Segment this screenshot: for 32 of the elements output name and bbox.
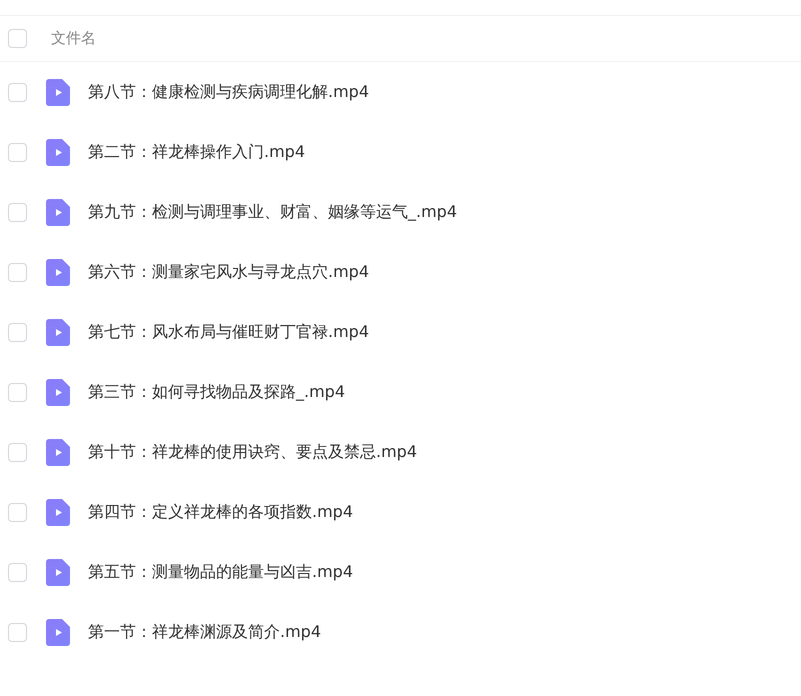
file-name[interactable]: 第十节：祥龙棒的使用诀窍、要点及禁忌.mp4 [88, 440, 418, 464]
video-file-icon [46, 558, 70, 586]
video-file-icon [46, 378, 70, 406]
checkbox[interactable] [8, 29, 27, 48]
file-name[interactable]: 第七节：风水布局与催旺财丁官禄.mp4 [88, 320, 370, 344]
checkbox[interactable] [8, 502, 27, 522]
checkbox[interactable] [8, 322, 27, 342]
file-name[interactable]: 第九节：检测与调理事业、财富、姻缘等运气_.mp4 [88, 200, 458, 224]
checkbox[interactable] [8, 382, 27, 402]
file-name[interactable]: 第六节：测量家宅风水与寻龙点穴.mp4 [88, 260, 370, 284]
file-name[interactable]: 第一节：祥龙棒渊源及简介.mp4 [88, 620, 322, 644]
video-file-icon [46, 618, 70, 646]
checkbox[interactable] [8, 262, 27, 282]
column-header: 文件名 [51, 28, 96, 50]
checkbox[interactable] [8, 622, 27, 642]
checkbox[interactable] [8, 202, 27, 222]
file-name[interactable]: 第四节：定义祥龙棒的各项指数.mp4 [88, 500, 354, 524]
checkbox[interactable] [8, 82, 27, 102]
video-file-icon [46, 498, 70, 526]
video-file-icon [46, 438, 70, 466]
video-file-icon [46, 78, 70, 106]
video-file-icon [46, 318, 70, 346]
file-name[interactable]: 第五节：测量物品的能量与凶吉.mp4 [88, 560, 354, 584]
file-name[interactable]: 第三节：如何寻找物品及探路_.mp4 [88, 380, 346, 404]
video-file-icon [46, 138, 70, 166]
video-file-icon [46, 258, 70, 286]
file-name[interactable]: 第八节：健康检测与疾病调理化解.mp4 [88, 80, 370, 104]
checkbox[interactable] [8, 562, 27, 582]
file-name[interactable]: 第二节：祥龙棒操作入门.mp4 [88, 140, 306, 164]
video-file-icon [46, 198, 70, 226]
checkbox[interactable] [8, 442, 27, 462]
checkbox[interactable] [8, 142, 27, 162]
